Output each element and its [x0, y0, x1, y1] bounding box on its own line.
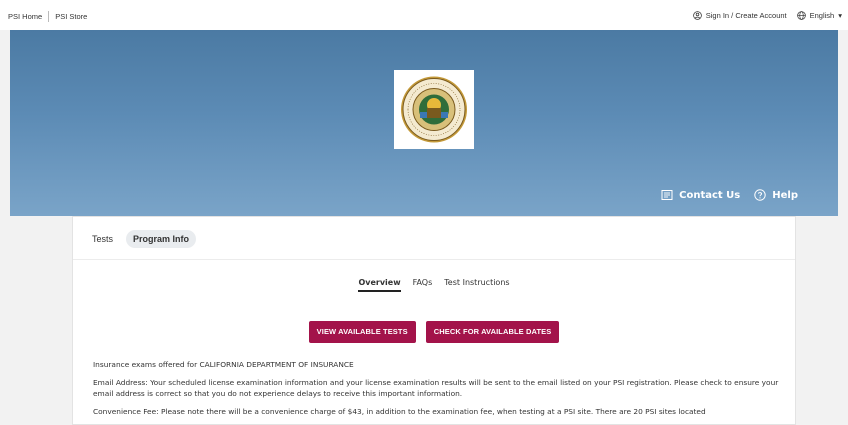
fee-notice-text: Convenience Fee: Please note there will …	[93, 407, 706, 416]
psi-home-link[interactable]: PSI Home	[8, 12, 42, 21]
hero-banner: Contact Us Help	[10, 30, 838, 216]
tab-program-info[interactable]: Program Info	[126, 230, 197, 248]
contact-us-link[interactable]: Contact Us	[661, 189, 740, 201]
top-links: PSI Home PSI Store	[8, 11, 87, 22]
psi-store-link[interactable]: PSI Store	[55, 12, 87, 21]
tab-overview[interactable]: Overview	[358, 278, 401, 292]
language-label: English	[809, 11, 835, 20]
divider	[73, 259, 795, 260]
contact-form-icon	[661, 190, 673, 200]
view-available-tests-button[interactable]: VIEW AVAILABLE TESTS	[308, 321, 416, 343]
user-circle-icon	[692, 11, 702, 20]
email-notice-text: Email Address: Your scheduled license ex…	[93, 378, 779, 398]
chevron-down-icon: ▾	[838, 11, 842, 20]
program-tabs: Tests Program Info	[85, 230, 197, 248]
overview-content: Insurance exams offered for CALIFORNIA D…	[93, 359, 783, 424]
check-available-dates-button[interactable]: CHECK FOR AVAILABLE DATES	[425, 321, 560, 343]
sign-in-label: Sign In / Create Account	[705, 11, 787, 20]
action-buttons: VIEW AVAILABLE TESTS CHECK FOR AVAILABLE…	[73, 321, 795, 343]
tab-tests[interactable]: Tests	[85, 230, 120, 248]
program-card: Tests Program Info Overview FAQs Test In…	[72, 216, 796, 425]
sign-in-link[interactable]: Sign In / Create Account	[692, 11, 787, 20]
help-label: Help	[772, 189, 798, 201]
top-navigation-bar: PSI Home PSI Store Sign In / Create Acco…	[0, 0, 848, 30]
department-seal-logo	[394, 70, 474, 149]
intro-text: Insurance exams offered for CALIFORNIA D…	[93, 360, 354, 369]
question-circle-icon	[754, 189, 766, 201]
tab-test-instructions[interactable]: Test Instructions	[444, 278, 509, 292]
language-selector[interactable]: English ▾	[796, 11, 842, 20]
info-sub-tabs: Overview FAQs Test Instructions	[73, 278, 795, 292]
california-insurance-seal-icon	[401, 76, 467, 143]
tab-faqs[interactable]: FAQs	[413, 278, 433, 292]
globe-icon	[796, 11, 806, 20]
contact-us-label: Contact Us	[679, 189, 741, 201]
account-links: Sign In / Create Account English ▾	[692, 11, 842, 20]
hero-help-links: Contact Us Help	[661, 189, 798, 201]
help-link[interactable]: Help	[754, 189, 798, 201]
divider	[48, 11, 50, 22]
